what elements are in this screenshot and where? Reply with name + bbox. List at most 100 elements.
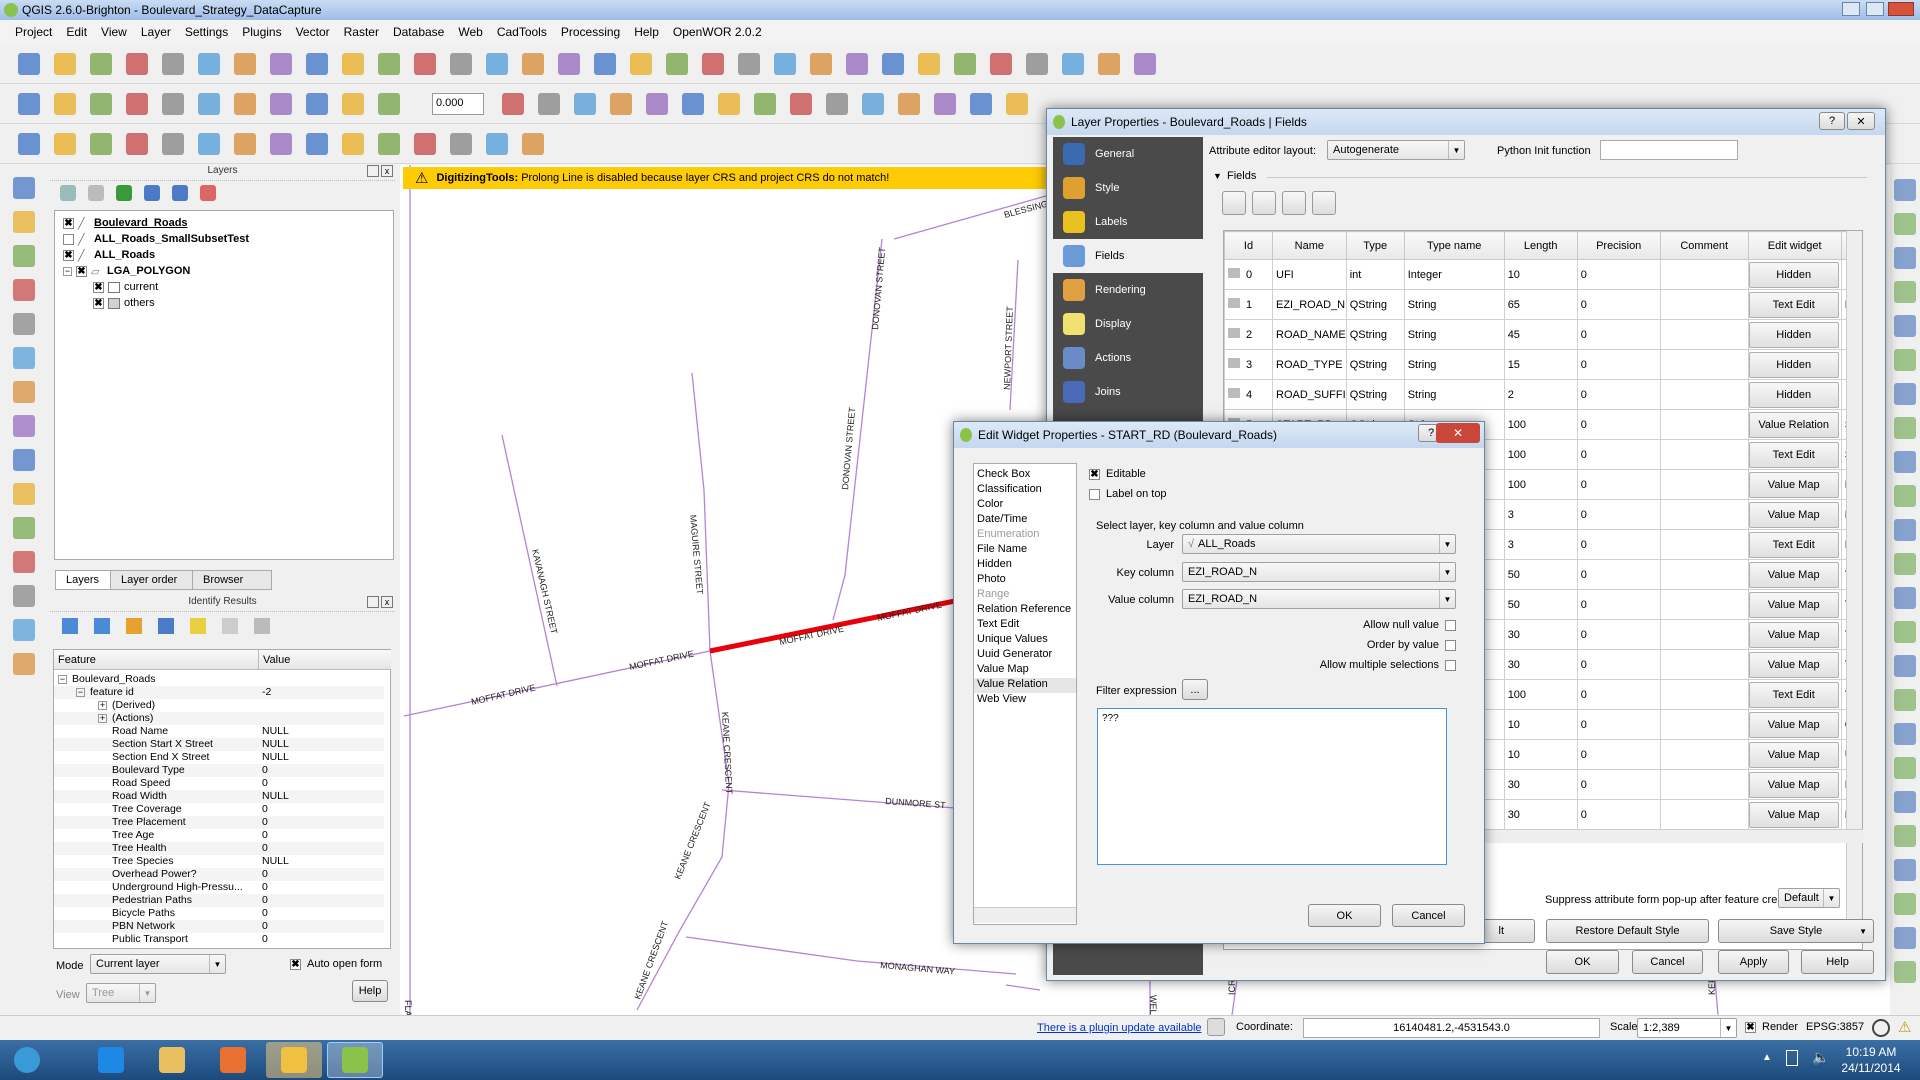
remove-layer-icon[interactable] xyxy=(200,185,216,201)
zoom-full-icon[interactable] xyxy=(450,53,472,75)
close-panel-button[interactable]: x xyxy=(381,596,393,608)
attribute-table-icon[interactable] xyxy=(846,53,868,75)
fillet-icon[interactable] xyxy=(414,133,436,155)
fields-vertical-scrollbar[interactable] xyxy=(1846,231,1862,931)
widget-type-value-map[interactable]: Value Map xyxy=(974,663,1076,678)
current-edits-icon[interactable] xyxy=(18,93,40,115)
whats-this-icon[interactable] xyxy=(1134,53,1156,75)
copy-features-icon[interactable] xyxy=(306,93,328,115)
field-cell[interactable]: 45 xyxy=(1503,319,1578,350)
expand-tree-icon[interactable] xyxy=(62,618,78,634)
order-by-value-checkbox[interactable]: Order by value xyxy=(1367,639,1456,651)
widget-type-date-time[interactable]: Date/Time xyxy=(974,513,1076,528)
messages-warning-icon[interactable]: ⚠ xyxy=(1898,1018,1911,1036)
filter-expression-button[interactable]: ... xyxy=(1182,679,1208,700)
menu-cadtools[interactable]: CadTools xyxy=(490,25,554,39)
print-icon[interactable] xyxy=(254,618,270,634)
editable-checkbox[interactable]: ✖ Editable xyxy=(1089,468,1146,480)
attribute-row[interactable]: Pedestrian Paths 0 xyxy=(54,894,384,907)
render-checkbox[interactable]: ✖ Render xyxy=(1745,1021,1798,1033)
field-cell[interactable]: 0 xyxy=(1576,799,1661,830)
digitizing-tool-4-icon[interactable] xyxy=(1894,281,1916,303)
column-header[interactable]: Type name xyxy=(1403,231,1505,260)
menu-help[interactable]: Help xyxy=(627,25,666,39)
help-button[interactable]: Help xyxy=(1801,950,1874,974)
pin-labels-icon[interactable] xyxy=(574,93,596,115)
zoom-next-icon[interactable] xyxy=(594,53,616,75)
coordinate-input[interactable] xyxy=(1303,1018,1600,1038)
field-cell[interactable]: 0 xyxy=(1576,619,1661,650)
field-cell[interactable]: 0 xyxy=(1576,769,1661,800)
attribute-row[interactable]: Road Name NULL xyxy=(54,725,384,738)
field-cell[interactable]: QString xyxy=(1345,349,1405,380)
field-cell[interactable]: int xyxy=(1345,259,1405,290)
field-cell[interactable]: 0 xyxy=(1576,529,1661,560)
menu-layer[interactable]: Layer xyxy=(134,25,178,39)
digitizing-tool-2-icon[interactable] xyxy=(1894,213,1916,235)
value-column-header[interactable]: Value xyxy=(259,650,391,670)
digitizing-tool-19-icon[interactable] xyxy=(1894,791,1916,813)
digitizing-tool-17-icon[interactable] xyxy=(1894,723,1916,745)
float-panel-button[interactable] xyxy=(367,596,379,608)
attribute-row[interactable]: Tree Coverage 0 xyxy=(54,803,384,816)
widget-type-relation-reference[interactable]: Relation Reference xyxy=(974,603,1076,618)
add-delimited-text-icon[interactable] xyxy=(13,449,35,471)
identify-help-button[interactable]: Help xyxy=(352,980,388,1002)
checkbox-checked-icon[interactable]: ✖ xyxy=(93,281,104,293)
field-cell[interactable] xyxy=(1659,589,1749,620)
field-cell[interactable] xyxy=(1659,769,1749,800)
result-layer-row[interactable]: − Boulevard_Roads xyxy=(54,673,384,686)
field-cell[interactable]: String xyxy=(1403,319,1505,350)
stop-icon[interactable] xyxy=(862,93,884,115)
field-cell[interactable]: 0 xyxy=(1576,349,1661,380)
widget-type-value-relation[interactable]: Value Relation xyxy=(974,678,1076,693)
checkbox-checked-icon[interactable]: ✖ xyxy=(76,265,87,277)
save-style-button[interactable]: Save Style ▼ xyxy=(1718,919,1874,943)
add-mssql-layer-icon[interactable] xyxy=(13,347,35,369)
field-cell[interactable]: 0 xyxy=(1576,289,1661,320)
menu-database[interactable]: Database xyxy=(386,25,451,39)
attribute-row[interactable]: Public Transport 0 xyxy=(54,933,384,946)
field-cell[interactable] xyxy=(1659,439,1749,470)
outlook-taskbar-button[interactable] xyxy=(266,1042,322,1078)
nav-actions[interactable]: Actions xyxy=(1053,341,1203,375)
digitizing-tool-24-icon[interactable] xyxy=(1894,961,1916,983)
zoom-to-layer-icon[interactable] xyxy=(522,53,544,75)
save-as-icon[interactable] xyxy=(126,53,148,75)
field-cell[interactable]: QString xyxy=(1345,289,1405,320)
reshape-icon[interactable] xyxy=(306,133,328,155)
widget-ok-button[interactable]: OK xyxy=(1308,904,1381,927)
save-edits-icon[interactable] xyxy=(90,93,112,115)
qgis-taskbar-button[interactable] xyxy=(327,1042,383,1078)
field-cell[interactable]: EZI_ROAD_N xyxy=(1272,289,1347,320)
filter-legend-icon[interactable] xyxy=(116,185,132,201)
more-tools-icon[interactable] xyxy=(1006,93,1028,115)
new-project-icon[interactable] xyxy=(18,53,40,75)
attribute-row[interactable]: Section End X Street NULL xyxy=(54,751,384,764)
digitizing-tool-16-icon[interactable] xyxy=(1894,689,1916,711)
delete-field-icon[interactable] xyxy=(1252,191,1276,215)
identify-icon[interactable] xyxy=(666,53,688,75)
field-cell[interactable]: 0 xyxy=(1576,319,1661,350)
zoom-to-selection-icon[interactable] xyxy=(486,53,508,75)
field-cell[interactable]: 0 xyxy=(1576,379,1661,410)
field-cell[interactable]: 0 xyxy=(1576,739,1661,770)
edit-widget-button[interactable]: Hidden xyxy=(1749,381,1839,408)
field-cell[interactable]: 0 xyxy=(1576,469,1661,500)
collapse-triangle-icon[interactable]: ▼ xyxy=(1213,171,1222,181)
run-action-icon[interactable] xyxy=(702,53,724,75)
field-cell[interactable]: ROAD_TYPE xyxy=(1272,349,1347,380)
add-vector-layer-icon[interactable] xyxy=(13,177,35,199)
checkbox-checked-icon[interactable]: ✖ xyxy=(63,217,74,229)
db-manager-icon[interactable] xyxy=(790,93,812,115)
new-shapefile-icon[interactable] xyxy=(13,483,35,505)
edit-widget-button[interactable]: Value Map xyxy=(1749,741,1839,768)
digitizing-tool-6-icon[interactable] xyxy=(1894,349,1916,371)
field-cell[interactable] xyxy=(1659,259,1749,290)
digitizing-tool-10-icon[interactable] xyxy=(1894,485,1916,507)
field-cell[interactable]: 50 xyxy=(1503,589,1578,620)
rotate-label-icon[interactable] xyxy=(682,93,704,115)
close-dialog-button[interactable]: ✕ xyxy=(1847,112,1875,130)
nav-fields[interactable]: Fields xyxy=(1053,239,1203,273)
bookmark-icon[interactable] xyxy=(990,53,1012,75)
